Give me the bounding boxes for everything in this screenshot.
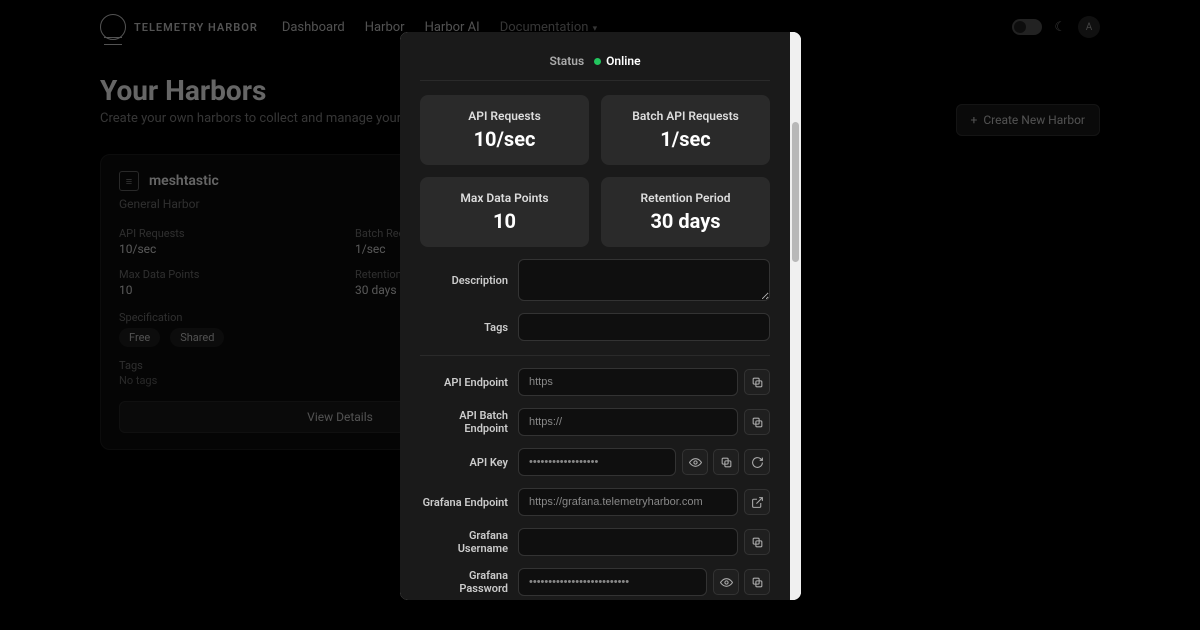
harbor-details-modal: Status Online API Requests 10/sec Batch …	[400, 32, 801, 600]
external-link-icon	[751, 496, 764, 509]
api-batch-endpoint-label: API Batch Endpoint	[420, 409, 508, 435]
modal-status-value: Online	[594, 54, 640, 68]
reveal-button[interactable]	[713, 569, 739, 595]
eye-icon	[720, 576, 733, 589]
modal-status-label: Status	[549, 54, 584, 68]
api-batch-endpoint-input[interactable]	[518, 408, 738, 436]
tags-label: Tags	[420, 321, 508, 334]
stat-batch-requests: Batch API Requests 1/sec	[601, 95, 770, 165]
copy-button[interactable]	[744, 529, 770, 555]
grafana-username-input[interactable]	[518, 528, 738, 556]
grafana-username-label: Grafana Username	[420, 529, 508, 555]
copy-icon	[720, 456, 733, 469]
grafana-endpoint-label: Grafana Endpoint	[420, 496, 508, 509]
api-endpoint-input[interactable]	[518, 368, 738, 396]
copy-icon	[751, 576, 764, 589]
eye-icon	[689, 456, 702, 469]
scrollbar[interactable]	[790, 32, 801, 600]
copy-button[interactable]	[713, 449, 739, 475]
tags-input[interactable]	[518, 313, 770, 341]
modal-status-row: Status Online	[420, 46, 770, 81]
stat-max-data-points: Max Data Points 10	[420, 177, 589, 247]
api-key-label: API Key	[420, 456, 508, 469]
grafana-endpoint-input[interactable]	[518, 488, 738, 516]
copy-button[interactable]	[744, 369, 770, 395]
open-external-button[interactable]	[744, 489, 770, 515]
api-endpoint-label: API Endpoint	[420, 376, 508, 389]
api-key-input[interactable]	[518, 448, 676, 476]
copy-icon	[751, 536, 764, 549]
copy-button[interactable]	[744, 409, 770, 435]
stat-api-requests: API Requests 10/sec	[420, 95, 589, 165]
grafana-password-input[interactable]	[518, 568, 707, 596]
description-label: Description	[420, 274, 508, 287]
copy-icon	[751, 376, 764, 389]
copy-icon	[751, 416, 764, 429]
regenerate-button[interactable]	[744, 449, 770, 475]
description-input[interactable]	[518, 259, 770, 301]
refresh-icon	[751, 456, 764, 469]
reveal-button[interactable]	[682, 449, 708, 475]
stat-retention-period: Retention Period 30 days	[601, 177, 770, 247]
status-dot-icon	[594, 58, 601, 65]
grafana-password-label: Grafana Password	[420, 569, 508, 595]
copy-button[interactable]	[744, 569, 770, 595]
